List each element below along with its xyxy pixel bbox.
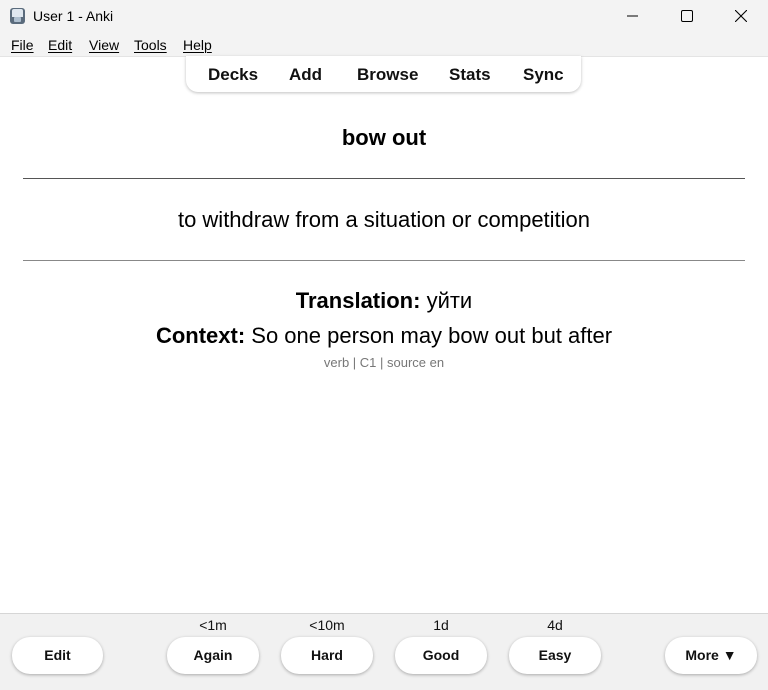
review-bottom-bar: Edit <1m <10m 1d 4d Again Hard Good Easy…: [0, 613, 768, 690]
maximize-button[interactable]: [660, 0, 714, 32]
divider-answer: [23, 178, 745, 179]
title-bar: User 1 - Anki: [0, 0, 768, 32]
card-front-word: bow out: [341, 125, 427, 150]
translation-label: Translation:: [295, 288, 421, 313]
context-line: Context: So one person may bow out but a…: [0, 323, 768, 349]
menu-file[interactable]: File: [11, 37, 34, 53]
again-button[interactable]: Again: [167, 637, 259, 674]
anki-app-icon: [10, 8, 25, 24]
menu-help[interactable]: Help: [183, 37, 212, 53]
interval-again: <1m: [199, 617, 227, 633]
toolbar-add[interactable]: Add: [289, 66, 322, 84]
main-toolbar: Decks Add Browse Stats Sync: [186, 56, 581, 92]
menu-tools[interactable]: Tools: [134, 37, 167, 53]
divider-details: [23, 260, 745, 261]
menu-bar: File Edit View Tools Help: [0, 32, 768, 57]
translation-value: уйти: [420, 288, 473, 313]
more-button[interactable]: More ▼: [665, 637, 757, 674]
maximize-icon: [681, 10, 693, 22]
toolbar-sync[interactable]: Sync: [523, 66, 564, 84]
toolbar-browse[interactable]: Browse: [357, 66, 418, 84]
toolbar-decks[interactable]: Decks: [208, 66, 258, 84]
interval-hard: <10m: [309, 617, 345, 633]
card-meta: verb | C1 | source en: [323, 355, 445, 370]
close-button[interactable]: [714, 0, 768, 32]
close-icon: [735, 10, 747, 22]
context-label: Context:: [155, 323, 246, 348]
toolbar-stats[interactable]: Stats: [449, 66, 491, 84]
minimize-button[interactable]: [606, 0, 660, 32]
easy-button[interactable]: Easy: [509, 637, 601, 674]
minimize-icon: [627, 15, 638, 17]
good-button[interactable]: Good: [395, 637, 487, 674]
interval-good: 1d: [433, 617, 449, 633]
hard-button[interactable]: Hard: [281, 637, 373, 674]
window-title: User 1 - Anki: [33, 8, 114, 24]
menu-edit[interactable]: Edit: [48, 37, 72, 53]
menu-view[interactable]: View: [89, 37, 119, 53]
context-value: So one person may bow out but after: [245, 323, 613, 348]
interval-easy: 4d: [547, 617, 563, 633]
card-definition: to withdraw from a situation or competit…: [177, 207, 591, 232]
translation-line: Translation: уйти: [0, 288, 768, 314]
edit-button[interactable]: Edit: [12, 637, 103, 674]
